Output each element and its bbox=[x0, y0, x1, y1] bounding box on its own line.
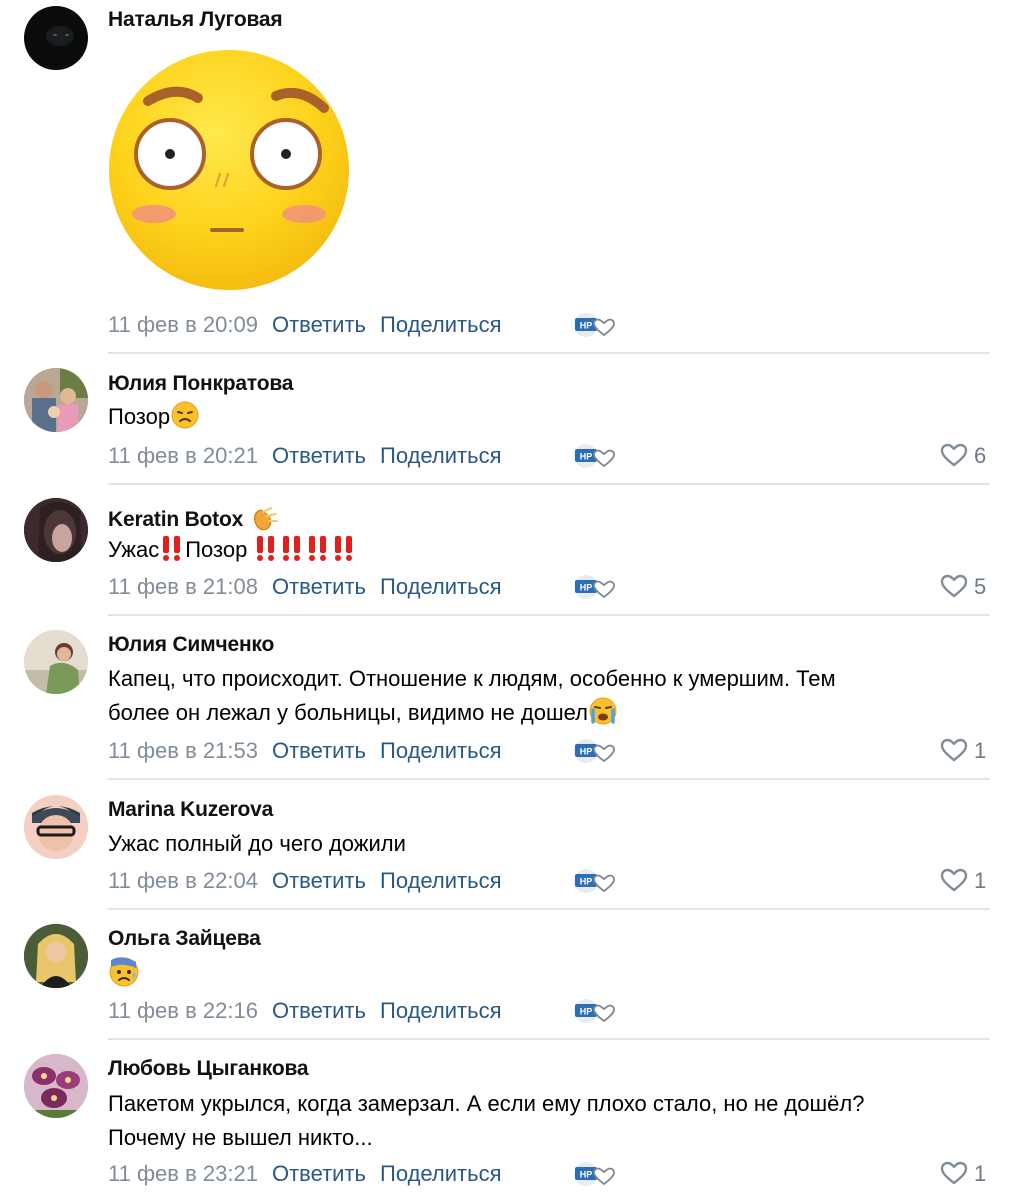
like-button[interactable]: 1 bbox=[940, 1161, 986, 1187]
comment-text: Ужас полный до чего дожили bbox=[108, 831, 406, 856]
reply-link[interactable]: Ответить bbox=[272, 998, 366, 1023]
double-exclamation-icon bbox=[305, 533, 331, 573]
sticker-emoji bbox=[106, 46, 352, 292]
comment-date[interactable]: 11 фев в 21:53 bbox=[108, 738, 258, 763]
heart-icon bbox=[940, 443, 968, 467]
avatar[interactable] bbox=[24, 1054, 88, 1118]
divider bbox=[108, 483, 990, 485]
share-link[interactable]: Поделиться bbox=[380, 868, 501, 893]
nrc-heart-icon[interactable] bbox=[572, 572, 616, 602]
double-exclamation-icon bbox=[279, 533, 305, 573]
heart-icon bbox=[940, 868, 968, 892]
share-link[interactable]: Поделиться bbox=[380, 998, 501, 1023]
avatar[interactable] bbox=[24, 630, 88, 694]
like-count: 1 bbox=[974, 738, 987, 763]
share-link[interactable]: Поделиться bbox=[380, 312, 501, 337]
comment-date[interactable]: 11 фев в 22:04 bbox=[108, 868, 258, 893]
comment-emoji bbox=[108, 956, 140, 993]
comment-author[interactable]: Юлия Симченко bbox=[108, 633, 274, 657]
comment-date[interactable]: 11 фев в 20:09 bbox=[108, 312, 258, 337]
comment-text: Позор bbox=[108, 400, 968, 440]
comment-date[interactable]: 11 фев в 21:08 bbox=[108, 574, 258, 599]
comment-author-name: Keratin Botox bbox=[108, 508, 244, 531]
comment-date[interactable]: 11 фев в 22:16 bbox=[108, 998, 258, 1023]
like-button[interactable]: 1 bbox=[940, 738, 986, 764]
comment-meta: 11 фев в 21:53 Ответить Поделиться bbox=[108, 738, 501, 764]
comment-text-body: Позор bbox=[108, 404, 171, 429]
nrc-heart-icon[interactable] bbox=[572, 866, 616, 896]
comment-text-a: Ужас bbox=[108, 537, 160, 562]
divider bbox=[108, 614, 990, 616]
comment-text: Пакетом укрылся, когда замерзал. А если … bbox=[108, 1091, 865, 1150]
divider bbox=[108, 908, 990, 910]
comment-author[interactable]: Marina Kuzerova bbox=[108, 798, 273, 822]
double-exclamation-icon bbox=[159, 533, 185, 573]
like-button[interactable]: 5 bbox=[940, 574, 986, 600]
comment-date[interactable]: 11 фев в 23:21 bbox=[108, 1161, 258, 1186]
reply-link[interactable]: Ответить bbox=[272, 574, 366, 599]
reply-link[interactable]: Ответить bbox=[272, 312, 366, 337]
comment-meta: 11 фев в 22:16 Ответить Поделиться bbox=[108, 998, 501, 1024]
crying-face-icon bbox=[588, 696, 618, 736]
divider bbox=[108, 1038, 990, 1040]
double-exclamation-icon bbox=[331, 533, 357, 573]
double-exclamation-icon bbox=[253, 533, 279, 573]
nrc-heart-icon[interactable] bbox=[572, 1159, 616, 1189]
reply-link[interactable]: Ответить bbox=[272, 868, 366, 893]
comment-text: Капец, что происходит. Отношение к людям… bbox=[108, 662, 968, 736]
avatar[interactable] bbox=[24, 924, 88, 988]
share-link[interactable]: Поделиться bbox=[380, 574, 501, 599]
comment-text: Ужас Позор bbox=[108, 533, 968, 573]
comment-meta: 11 фев в 20:21 Ответить Поделиться bbox=[108, 443, 501, 469]
disappointed-emoji-icon bbox=[170, 400, 200, 440]
comment-text-b: Позор bbox=[185, 537, 248, 562]
comment-meta: 11 фев в 20:09 Ответить Поделиться bbox=[108, 312, 501, 338]
like-count: 1 bbox=[974, 868, 987, 893]
like-button[interactable]: 1 bbox=[940, 868, 986, 894]
avatar[interactable] bbox=[24, 6, 88, 70]
comment-date[interactable]: 11 фев в 20:21 bbox=[108, 443, 258, 468]
comment-meta: 11 фев в 21:08 Ответить Поделиться bbox=[108, 574, 501, 600]
heart-icon bbox=[940, 738, 968, 762]
heart-icon bbox=[940, 1161, 968, 1185]
share-link[interactable]: Поделиться bbox=[380, 738, 501, 763]
nrc-heart-icon[interactable] bbox=[572, 736, 616, 766]
nrc-heart-icon[interactable] bbox=[572, 996, 616, 1026]
comment-meta: 11 фев в 22:04 Ответить Поделиться bbox=[108, 868, 501, 894]
share-link[interactable]: Поделиться bbox=[380, 1161, 501, 1186]
heart-icon bbox=[940, 574, 968, 598]
avatar[interactable] bbox=[24, 368, 88, 432]
comment-author[interactable]: Наталья Луговая bbox=[108, 8, 283, 32]
comment-author[interactable]: Любовь Цыганкова bbox=[108, 1057, 309, 1081]
reply-link[interactable]: Ответить bbox=[272, 738, 366, 763]
comment-text-body: Капец, что происходит. Отношение к людям… bbox=[108, 666, 836, 725]
comment-meta: 11 фев в 23:21 Ответить Поделиться bbox=[108, 1161, 501, 1187]
like-button[interactable]: 6 bbox=[940, 443, 986, 469]
divider bbox=[108, 778, 990, 780]
reply-link[interactable]: Ответить bbox=[272, 1161, 366, 1186]
reply-link[interactable]: Ответить bbox=[272, 443, 366, 468]
like-count: 1 bbox=[974, 1161, 987, 1186]
nrc-heart-icon[interactable] bbox=[572, 310, 616, 340]
comment-author[interactable]: Ольга Зайцева bbox=[108, 927, 261, 951]
like-count: 6 bbox=[974, 443, 987, 468]
nrc-heart-icon[interactable] bbox=[572, 441, 616, 471]
divider bbox=[108, 352, 990, 354]
like-count: 5 bbox=[974, 574, 987, 599]
share-link[interactable]: Поделиться bbox=[380, 443, 501, 468]
avatar[interactable] bbox=[24, 795, 88, 859]
comment-author[interactable]: Юлия Понкратова bbox=[108, 372, 293, 396]
anxious-sweat-face-icon bbox=[108, 956, 140, 993]
avatar[interactable] bbox=[24, 498, 88, 562]
